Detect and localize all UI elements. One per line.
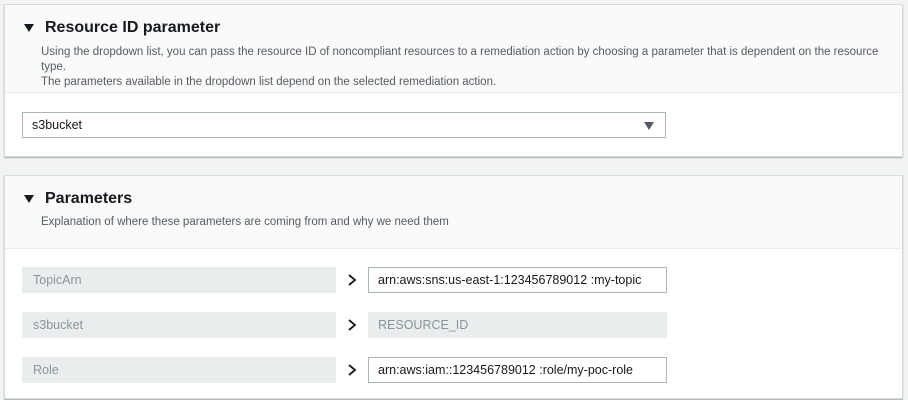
- resource-id-panel-header[interactable]: Resource ID parameter Using the dropdown…: [5, 5, 902, 93]
- parameter-key-field: s3bucket: [22, 312, 336, 338]
- caret-down-icon[interactable]: [24, 195, 34, 203]
- parameter-key-field: TopicArn: [22, 267, 336, 293]
- dropdown-arrow-icon[interactable]: [644, 122, 654, 130]
- parameters-panel-description: Explanation of where these parameters ar…: [41, 216, 449, 228]
- resource-id-panel: Resource ID parameter Using the dropdown…: [4, 4, 903, 157]
- resource-id-panel-title-row[interactable]: Resource ID parameter: [21, 19, 220, 37]
- parameters-panel-header[interactable]: Parameters Explanation of where these pa…: [5, 176, 902, 249]
- resource-id-select-value: s3bucket: [32, 118, 83, 132]
- caret-down-icon[interactable]: [24, 24, 34, 32]
- resource-id-panel-title: Resource ID parameter: [45, 19, 221, 36]
- resource-id-description-line2: The parameters available in the dropdown…: [41, 76, 497, 88]
- resource-id-description-line1: Using the dropdown list, you can pass th…: [41, 46, 879, 73]
- resource-id-select[interactable]: s3bucket: [22, 112, 666, 138]
- resource-id-panel-description: Using the dropdown list, you can pass th…: [41, 45, 891, 90]
- parameter-value-readonly: RESOURCE_ID: [368, 312, 667, 338]
- parameter-value-input[interactable]: arn:aws:iam::123456789012 :role/my-poc-r…: [368, 357, 667, 383]
- parameters-panel-title: Parameters: [45, 190, 133, 207]
- parameter-key-field: Role: [22, 357, 336, 383]
- parameter-value-input[interactable]: arn:aws:sns:us-east-1:123456789012 :my-t…: [368, 267, 667, 293]
- chevron-right-icon: [348, 274, 357, 286]
- parameters-panel: Parameters Explanation of where these pa…: [4, 175, 903, 399]
- chevron-right-icon: [348, 319, 357, 331]
- parameters-panel-title-row[interactable]: Parameters: [21, 190, 132, 208]
- chevron-right-icon: [348, 364, 357, 376]
